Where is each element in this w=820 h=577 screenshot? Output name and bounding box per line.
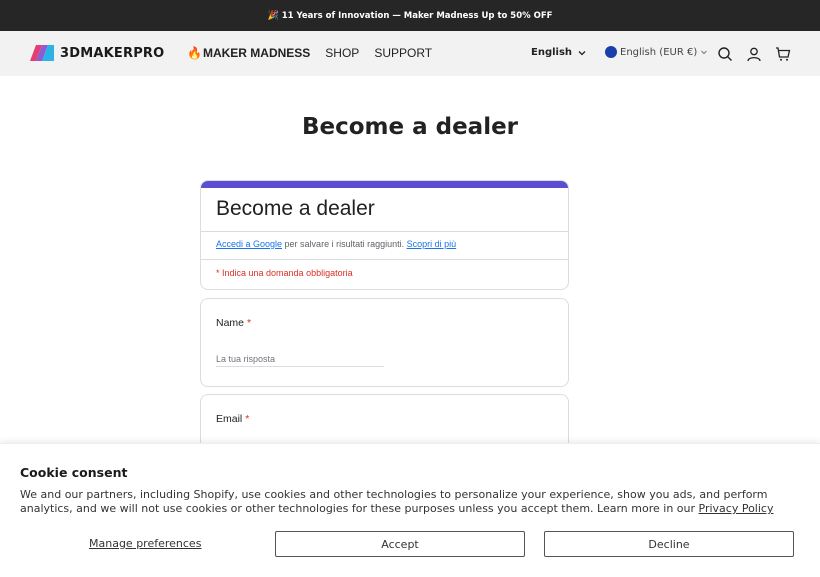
form-title: Become a dealer <box>216 197 375 220</box>
privacy-policy-link[interactable]: Privacy Policy <box>699 502 774 515</box>
name-input[interactable] <box>216 351 384 367</box>
page-title: Become a dealer <box>301 114 519 140</box>
currency-label: English (EUR €) <box>620 46 698 58</box>
question-name-card: Name * <box>200 298 569 387</box>
chevron-down-icon <box>578 50 586 55</box>
required-star: * <box>245 413 250 425</box>
site-header: 3DMAKERPRO 🔥MAKER MADNESS SHOP SUPPORT E… <box>0 31 820 76</box>
language-label: English <box>531 47 573 58</box>
divider <box>201 231 568 232</box>
logo-mark-icon <box>30 45 54 61</box>
nav-maker-madness[interactable]: 🔥MAKER MADNESS <box>187 46 310 60</box>
nav-label: MAKER MADNESS <box>202 46 311 60</box>
language-selector[interactable]: English <box>531 47 586 58</box>
cookie-consent-banner: Cookie consent We and our partners, incl… <box>0 443 820 577</box>
form-header-card: Become a dealer Accedi a Google per salv… <box>200 180 569 290</box>
chevron-down-icon <box>701 50 708 55</box>
cookie-title: Cookie consent <box>20 465 128 480</box>
eu-flag-icon <box>605 46 617 58</box>
question-title: Email <box>216 413 243 425</box>
question-label: Name * <box>216 317 251 329</box>
question-title: Name <box>216 317 245 329</box>
required-note: * Indica una domanda obbligatoria <box>216 268 353 278</box>
cookie-text: We and our partners, including Shopify, … <box>20 488 810 516</box>
party-icon: 🎉 <box>267 10 279 21</box>
signin-text: per salvare i risultati raggiunti. <box>282 239 407 249</box>
signin-link[interactable]: Accedi a Google <box>216 239 282 249</box>
required-star: * <box>246 317 252 329</box>
divider <box>201 259 568 260</box>
main-nav: 🔥MAKER MADNESS SHOP SUPPORT <box>187 46 432 60</box>
cart-icon[interactable] <box>775 46 791 62</box>
header-icons <box>717 46 791 62</box>
question-label: Email * <box>216 413 249 425</box>
search-icon[interactable] <box>717 46 733 62</box>
account-icon[interactable] <box>746 46 762 62</box>
nav-shop[interactable]: SHOP <box>325 46 359 60</box>
announcement-bar: 🎉 11 Years of Innovation — Maker Madness… <box>0 0 820 31</box>
cookie-body: We and our partners, including Shopify, … <box>20 488 768 515</box>
signin-notice: Accedi a Google per salvare i risultati … <box>216 239 456 249</box>
learn-more-link[interactable]: Scopri di più <box>407 239 457 249</box>
nav-support[interactable]: SUPPORT <box>374 46 432 60</box>
decline-button[interactable]: Decline <box>544 531 794 557</box>
logo-text: 3DMAKERPRO <box>60 45 165 61</box>
currency-selector[interactable]: English (EUR €) <box>605 46 708 58</box>
accept-button[interactable]: Accept <box>275 531 525 557</box>
manage-preferences-button[interactable]: Manage preferences <box>89 537 201 550</box>
logo[interactable]: 3DMAKERPRO <box>30 45 164 61</box>
fire-icon: 🔥 <box>187 46 202 60</box>
form-accent-bar <box>201 181 568 188</box>
announcement-text[interactable]: 11 Years of Innovation — Maker Madness U… <box>282 11 553 21</box>
